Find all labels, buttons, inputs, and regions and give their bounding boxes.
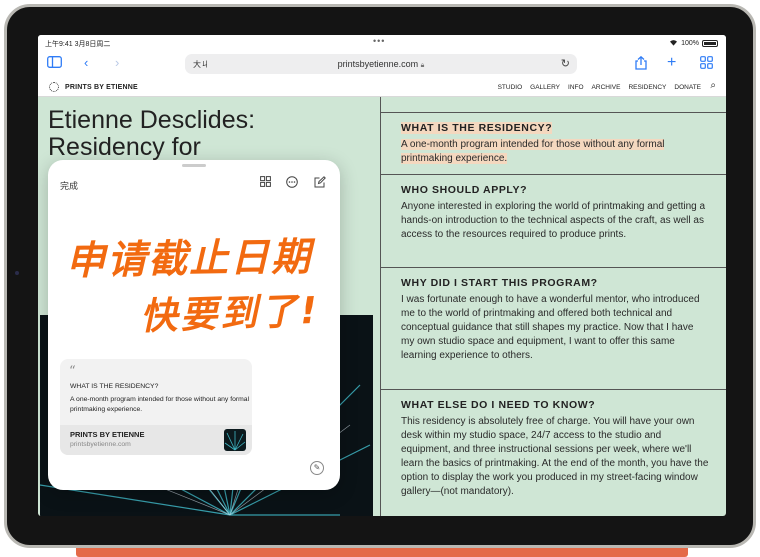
reload-icon[interactable]: ↻ [561, 57, 570, 70]
wifi-icon [669, 39, 678, 48]
faq-column: WHAT IS THE RESIDENCY? A one-month progr… [380, 97, 726, 516]
lock-icon: 🔒︎ [420, 62, 425, 69]
share-icon[interactable] [635, 55, 647, 73]
front-camera [15, 271, 19, 275]
faq-answer: This residency is absolutely free of cha… [401, 416, 709, 497]
page-title: Etienne Desclides: Residency for [48, 106, 256, 161]
screen: 上午9:41 3月8日周二 ••• 100% ‹ › 大ㄐ printsbyet… [38, 35, 726, 516]
faq-question: WHAT ELSE DO I NEED TO KNOW? [401, 399, 596, 411]
site-brand[interactable]: PRINTS BY ETIENNE [65, 84, 138, 91]
link-card-site-url: printsbyetienne.com [70, 441, 131, 448]
nav-info[interactable]: INFO [568, 84, 584, 91]
faq-item: WHAT ELSE DO I NEED TO KNOW? This reside… [381, 389, 726, 516]
drag-handle[interactable] [182, 164, 206, 167]
battery-percent: 100% [681, 40, 699, 47]
link-card[interactable]: “ WHAT IS THE RESIDENCY? A one-month pro… [60, 359, 252, 455]
new-tab-icon[interactable]: + [667, 55, 676, 71]
nav-archive[interactable]: ARCHIVE [592, 84, 621, 91]
back-icon[interactable]: ‹ [84, 56, 88, 70]
ipad-device: 上午9:41 3月8日周二 ••• 100% ‹ › 大ㄐ printsbyet… [0, 0, 760, 557]
faq-item: WHAT IS THE RESIDENCY? A one-month progr… [381, 112, 726, 171]
faq-answer: A one-month program intended for those w… [401, 139, 665, 164]
link-card-footer: PRINTS BY ETIENNE printsbyetienne.com [60, 425, 252, 455]
done-button[interactable]: 完成 [60, 179, 78, 192]
smart-keyboard-cover [76, 548, 688, 557]
nav-residency[interactable]: RESIDENCY [628, 84, 666, 91]
site-nav: STUDIO GALLERY INFO ARCHIVE RESIDENCY DO… [498, 84, 701, 91]
tabs-overview-icon[interactable] [700, 56, 713, 72]
faq-question: WHAT IS THE RESIDENCY? [401, 122, 553, 134]
battery-icon [702, 40, 718, 47]
faq-question: WHO SHOULD APPLY? [401, 184, 528, 196]
address-domain: printsbyetienne.com 🔒︎ [337, 59, 425, 69]
faq-item: WHO SHOULD APPLY? Anyone interested in e… [381, 174, 726, 266]
sidebar-icon[interactable] [47, 56, 62, 71]
faq-question: WHY DID I START THIS PROGRAM? [401, 277, 598, 289]
status-right: 100% [669, 39, 718, 48]
link-card-thumbnail [224, 429, 246, 451]
faq-item: WHY DID I START THIS PROGRAM? I was fort… [381, 267, 726, 388]
quote-icon: “ [69, 364, 76, 379]
grid-view-icon[interactable] [260, 176, 271, 190]
nav-gallery[interactable]: GALLERY [530, 84, 560, 91]
browser-toolbar: ‹ › 大ㄐ printsbyetienne.com 🔒︎ ↻ + [38, 51, 726, 77]
address-bar[interactable]: 大ㄐ printsbyetienne.com 🔒︎ ↻ [185, 54, 577, 74]
faq-answer: Anyone interested in exploring the world… [401, 201, 706, 240]
status-time: 上午9:41 3月8日周二 [45, 41, 111, 48]
site-logo-icon[interactable] [49, 82, 59, 92]
link-card-quote-body: A one-month program intended for those w… [70, 396, 250, 413]
markup-pen-icon[interactable]: ✎ [310, 461, 324, 475]
link-card-site-title: PRINTS BY ETIENNE [70, 430, 145, 439]
site-header: PRINTS BY ETIENNE STUDIO GALLERY INFO AR… [38, 77, 726, 97]
more-options-icon[interactable] [286, 176, 298, 191]
multitasking-dots-icon[interactable]: ••• [373, 36, 385, 46]
link-card-quote-title: WHAT IS THE RESIDENCY? [70, 383, 159, 390]
quick-note-panel[interactable]: 完成 申请截止日期 快要到了! “ WHAT IS THE RESIDENCY?… [48, 160, 340, 490]
search-icon[interactable]: ⌕ [710, 80, 716, 91]
handwriting-line-2: 快要到了! [139, 288, 321, 339]
handwriting-line-1: 申请截止日期 [65, 234, 313, 285]
nav-studio[interactable]: STUDIO [498, 84, 523, 91]
status-bar: 上午9:41 3月8日周二 ••• 100% [38, 35, 726, 51]
forward-icon[interactable]: › [115, 56, 119, 70]
nav-donate[interactable]: DONATE [674, 84, 701, 91]
compose-icon[interactable] [314, 176, 326, 191]
faq-answer: I was fortunate enough to have a wonderf… [401, 294, 700, 361]
